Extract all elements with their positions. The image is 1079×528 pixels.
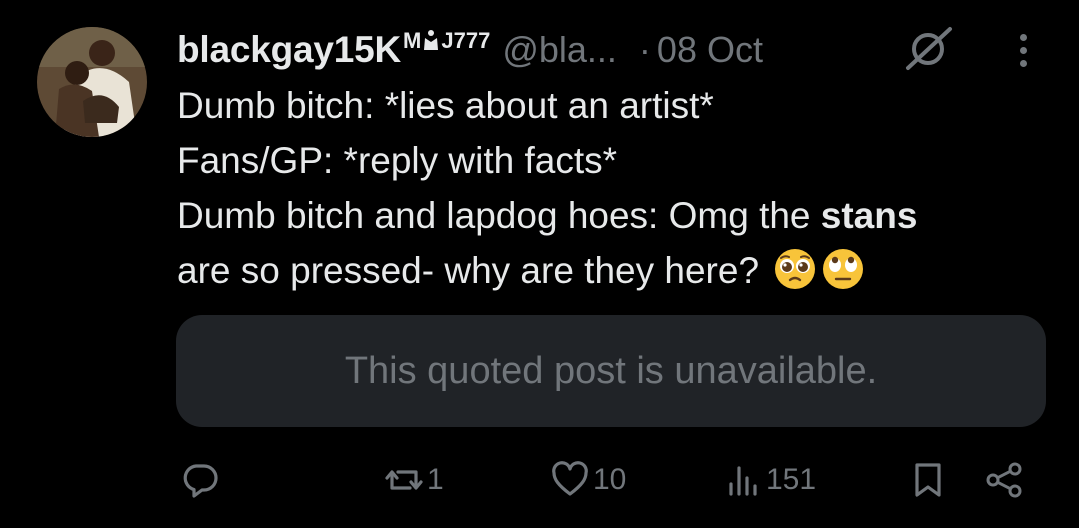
post-text-segment: are so pressed- why are they here? [177, 250, 760, 291]
views-icon [723, 460, 763, 500]
bookmark-button[interactable] [910, 450, 946, 510]
more-options-icon[interactable] [1005, 28, 1041, 72]
post: blackgay15K M J777 @bla... · 08 Oct Dumb… [0, 0, 1079, 528]
separator-dot: · [638, 29, 651, 70]
author-handle[interactable]: @bla... [502, 29, 617, 71]
post-body: Dumb bitch: *lies about an artist* Fans/… [177, 78, 1057, 298]
grok-icon[interactable] [903, 24, 955, 72]
reply-button[interactable] [180, 450, 220, 510]
badge-prefix: M [403, 28, 422, 53]
repost-count: 1 [427, 463, 444, 496]
post-date[interactable]: 08 Oct [657, 29, 763, 71]
eye-roll-face-icon [821, 247, 865, 291]
reply-icon [180, 460, 220, 500]
quoted-post-card[interactable]: This quoted post is unavailable. [176, 315, 1046, 427]
action-bar: 1 10 151 [0, 450, 1079, 510]
author-display-name[interactable]: blackgay15K [177, 29, 401, 71]
post-text-line: Dumb bitch and lapdog hoes: Omg the stan… [177, 188, 1057, 243]
post-text-line: are so pressed- why are they here? [177, 243, 1057, 298]
post-text-line: Fans/GP: *reply with facts* [177, 140, 618, 181]
like-button[interactable]: 10 [550, 450, 626, 510]
author-badge: M J777 [403, 28, 490, 58]
views-count: 151 [766, 463, 817, 496]
post-text-segment: Dumb bitch and lapdog hoes: Omg the [177, 195, 821, 236]
post-text-bold-word: stans [820, 195, 918, 236]
share-icon [983, 460, 1027, 500]
badge-suffix: J777 [441, 28, 491, 53]
like-count: 10 [593, 463, 627, 496]
views-button[interactable]: 151 [723, 450, 816, 510]
heart-icon [550, 460, 590, 500]
repost-button[interactable]: 1 [384, 450, 444, 510]
bookmark-icon [910, 460, 946, 500]
repost-icon [384, 460, 424, 500]
share-button[interactable] [983, 450, 1027, 510]
avatar[interactable] [37, 27, 147, 137]
quoted-post-unavailable-text: This quoted post is unavailable. [344, 349, 878, 392]
crown-icon [422, 28, 440, 58]
post-text-line: Dumb bitch: *lies about an artist* [177, 85, 714, 126]
pleading-face-icon [773, 247, 817, 291]
